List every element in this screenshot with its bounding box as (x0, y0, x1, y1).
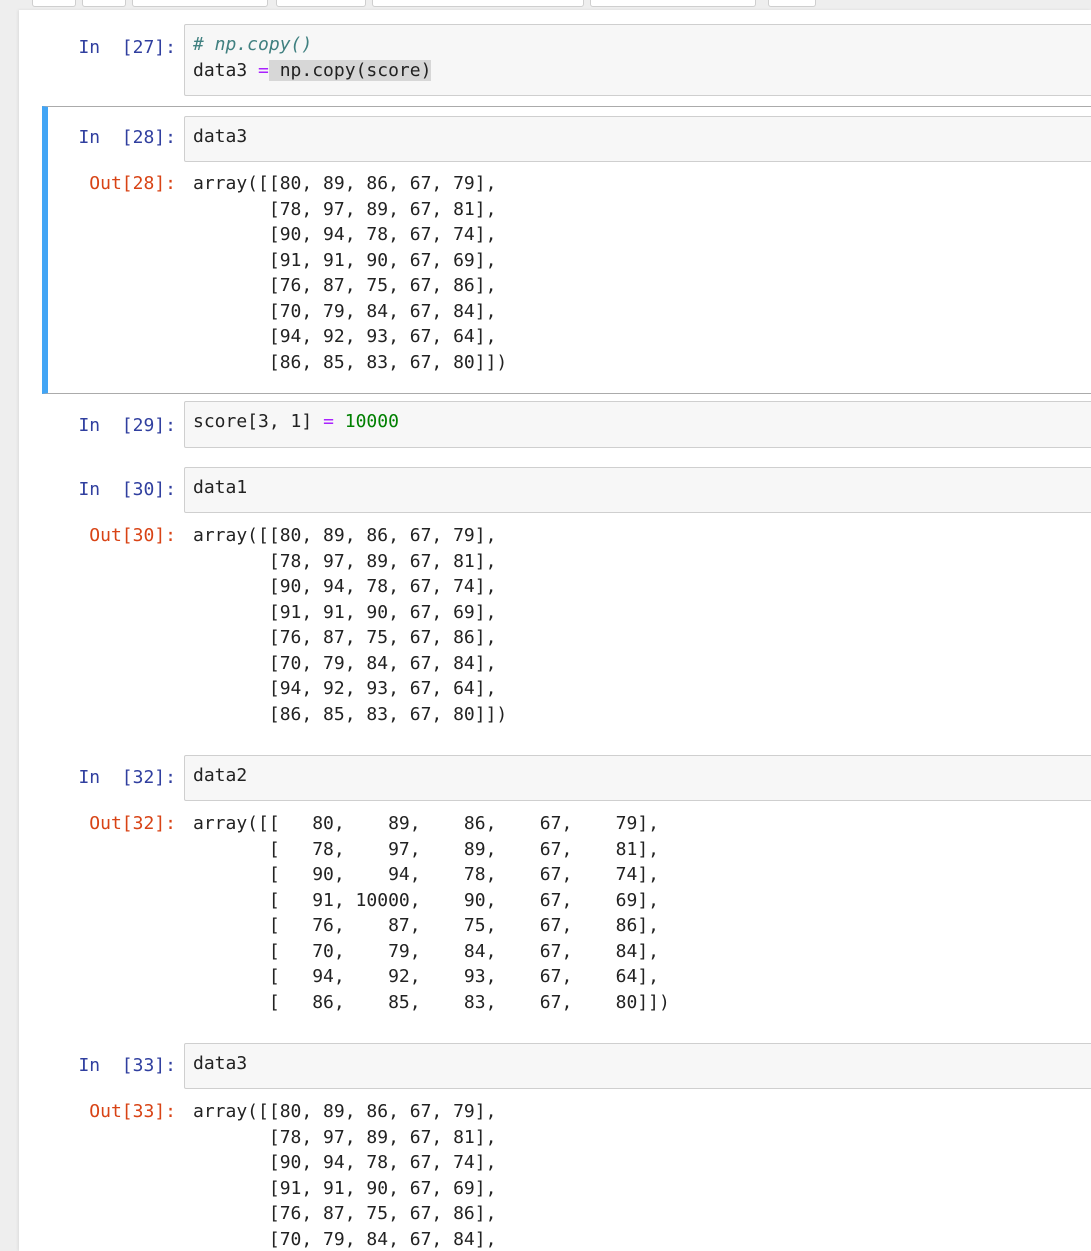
code-operator: = (323, 411, 334, 432)
code-editor[interactable]: # np.copy() data3 = np.copy(score) (193, 32, 1086, 83)
code-input-area[interactable]: # np.copy() data3 = np.copy(score) (184, 24, 1091, 96)
output-prompt: Out[32]: (89, 813, 176, 834)
code-index: 1] (279, 411, 313, 432)
output-prompt: Out[28]: (89, 173, 176, 194)
input-prompt: In [27]: (78, 37, 176, 58)
output-prompt: Out[30]: (89, 525, 176, 546)
code-cell-32[interactable]: In [32]: data2 Out[32]: array([[ 80, 89,… (42, 755, 1091, 1025)
cell-output: array([[ 80, 89, 86, 67, 79], [ 78, 97, … (193, 813, 670, 1013)
output-prompt: Out[33]: (89, 1101, 176, 1122)
code-input-area[interactable]: score[3, 1] = 10000 (184, 401, 1091, 448)
code-cell-33[interactable]: In [33]: data3 Out[33]: array([[80, 89, … (42, 1043, 1091, 1251)
input-prompt: In [32]: (78, 767, 176, 788)
code-input-area[interactable]: data2 (184, 755, 1091, 801)
code-cell-27[interactable]: In [27]: # np.copy() data3 = np.copy(sco… (42, 24, 1091, 100)
code-editor[interactable]: data2 (193, 763, 1086, 789)
code-editor[interactable]: data3 (193, 1051, 1086, 1077)
toolbar-button-insert[interactable] (82, 0, 126, 7)
code-comment: # np.copy() (193, 34, 313, 55)
input-prompt: In [33]: (78, 1055, 176, 1076)
code-number: 10000 (344, 411, 399, 432)
cell-output: array([[80, 89, 86, 67, 79], [78, 97, 89… (193, 1101, 497, 1250)
code-editor[interactable]: data3 (193, 124, 1086, 150)
code-cell-30[interactable]: In [30]: data1 Out[30]: array([[80, 89, … (42, 467, 1091, 737)
toolbar-button-save[interactable] (32, 0, 76, 7)
code-cell-28[interactable]: In [28]: data3 Out[28]: array([[80, 89, … (42, 106, 1091, 394)
input-prompt: In [29]: (78, 415, 176, 436)
code-editor[interactable]: score[3, 1] = 10000 (193, 409, 1086, 435)
cell-output: array([[80, 89, 86, 67, 79], [78, 97, 89… (193, 525, 508, 725)
input-prompt: In [28]: (78, 127, 176, 148)
cell-type-select[interactable] (590, 0, 756, 7)
notebook-toolbar (0, 0, 1091, 10)
notebook-container: In [27]: # np.copy() data3 = np.copy(sco… (19, 10, 1091, 1251)
code-editor[interactable]: data1 (193, 475, 1086, 501)
code-operator: = (258, 59, 269, 81)
code-variable: score[3, (193, 411, 280, 432)
cell-output: array([[80, 89, 86, 67, 79], [78, 97, 89… (193, 173, 508, 373)
code-variable: data3 (193, 59, 248, 81)
code-input-area[interactable]: data3 (184, 116, 1091, 162)
input-prompt: In [30]: (78, 479, 176, 500)
toolbar-button-group-move[interactable] (276, 0, 366, 7)
toolbar-button-group-edit[interactable] (132, 0, 268, 7)
toolbar-button-group-run[interactable] (372, 0, 584, 7)
toolbar-button-palette[interactable] (768, 0, 816, 7)
code-selection-highlight: np.copy(score) (268, 59, 432, 81)
code-cell-29[interactable]: In [29]: score[3, 1] = 10000 (42, 401, 1091, 451)
code-input-area[interactable]: data3 (184, 1043, 1091, 1089)
code-input-area[interactable]: data1 (184, 467, 1091, 513)
